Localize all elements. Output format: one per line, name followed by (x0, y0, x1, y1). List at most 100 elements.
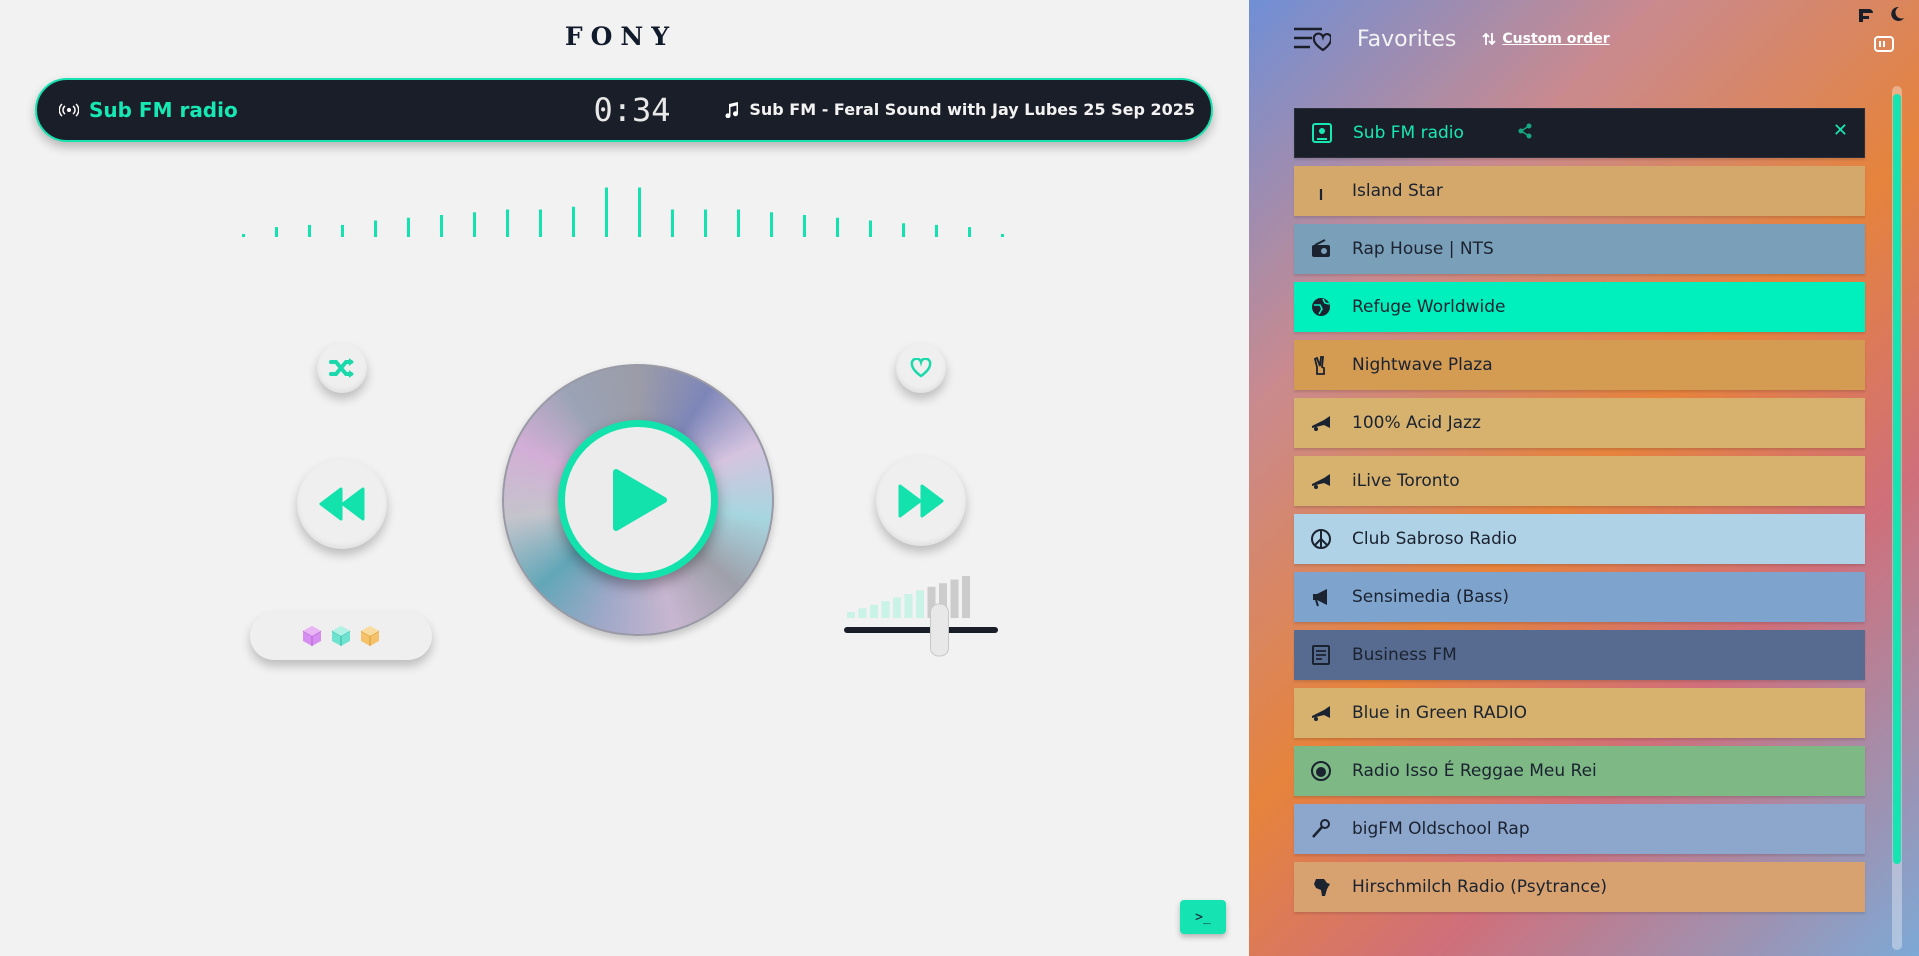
visualizer-bar (440, 215, 443, 237)
favorites-menu-icon[interactable] (1293, 26, 1331, 52)
volume-slider[interactable] (842, 570, 1000, 660)
volume-knob[interactable] (929, 603, 949, 657)
visualizer-bar (473, 212, 476, 237)
favorite-item[interactable]: Hirschmilch Radio (Psytrance) (1294, 862, 1865, 912)
scrollbar-thumb[interactable] (1893, 94, 1901, 864)
teal-cube-icon (331, 626, 351, 646)
favorite-item-name: Blue in Green RADIO (1352, 703, 1528, 723)
play-button[interactable] (558, 420, 718, 580)
theme-selector[interactable] (250, 612, 432, 660)
favorite-item-name: bigFM Oldschool Rap (1352, 819, 1530, 839)
fony-logo-icon[interactable] (1857, 6, 1875, 24)
favorite-item-name: 100% Acid Jazz (1352, 413, 1481, 433)
favorite-item-name: Sensimedia (Bass) (1352, 587, 1510, 607)
visualizer-bar (341, 224, 344, 237)
africa-icon (1310, 876, 1332, 898)
favorite-item-name: Rap House | NTS (1352, 239, 1494, 259)
visualizer-bar (968, 227, 971, 237)
favorite-item[interactable]: Nightwave Plaza (1294, 340, 1865, 390)
favorites-title: Favorites (1357, 26, 1457, 52)
visualizer-bar (374, 220, 377, 237)
trumpet-icon (1310, 702, 1332, 724)
visualizer-bar (539, 209, 542, 237)
favorites-list: Sub FM radio ✕ Island Star Rap House | NTS R… (1294, 108, 1865, 920)
favorite-item-name: iLive Toronto (1352, 471, 1460, 491)
favorite-item[interactable]: Club Sabroso Radio (1294, 514, 1865, 564)
dark-mode-icon[interactable] (1889, 6, 1905, 22)
sort-order-label: Custom order (1502, 31, 1610, 47)
favorite-item-name: Club Sabroso Radio (1352, 529, 1518, 549)
visualizer-bar (704, 209, 707, 237)
favorite-item[interactable]: Radio Isso É Reggae Meu Rei (1294, 746, 1865, 796)
now-playing-station: Sub FM radio (59, 98, 238, 122)
favorite-item-name: Business FM (1352, 645, 1457, 665)
now-playing-bar: Sub FM radio 0:34 Sub FM - Feral Sound w… (35, 78, 1213, 142)
favorite-item[interactable]: Island Star (1294, 166, 1865, 216)
favorite-item[interactable]: Rap House | NTS (1294, 224, 1865, 274)
purple-cube-icon (302, 626, 322, 646)
lion-icon (1310, 760, 1332, 782)
volume-level-bar (916, 590, 924, 618)
shuffle-button[interactable] (317, 343, 367, 393)
favorite-item-name: Radio Isso É Reggae Meu Rei (1352, 761, 1597, 781)
favorite-item-name: Refuge Worldwide (1352, 297, 1506, 317)
toggle-icon[interactable] (1874, 36, 1894, 52)
visualizer-bar (770, 212, 773, 237)
favorite-item[interactable]: iLive Toronto (1294, 456, 1865, 506)
favorite-item-name: Island Star (1352, 181, 1443, 201)
volume-level-bar (870, 604, 878, 618)
favorite-item[interactable]: bigFM Oldschool Rap (1294, 804, 1865, 854)
palm-tree-icon (1310, 180, 1332, 202)
visualizer-bar (836, 217, 839, 237)
globe-icon (1310, 296, 1332, 318)
microphone-icon (1310, 818, 1332, 840)
favorites-header: Favorites Custom order (1293, 26, 1610, 52)
music-note-icon (725, 101, 739, 118)
console-button[interactable]: >_ (1180, 900, 1226, 934)
shuffle-icon (329, 358, 354, 378)
elapsed-time: 0:34 (593, 91, 671, 129)
rewind-icon (319, 487, 365, 521)
volume-level-bar (858, 608, 867, 618)
track-title: Sub FM - Feral Sound with Jay Lubes 25 S… (749, 100, 1195, 119)
close-icon[interactable]: ✕ (1833, 120, 1848, 141)
fast-forward-button[interactable] (876, 456, 966, 546)
favorite-item[interactable]: Refuge Worldwide (1294, 282, 1865, 332)
favorite-item[interactable]: Sub FM radio ✕ (1294, 108, 1865, 158)
favorite-button[interactable] (896, 343, 946, 393)
favorite-item[interactable]: Business FM (1294, 630, 1865, 680)
favorite-item[interactable]: Sensimedia (Bass) (1294, 572, 1865, 622)
volume-level-bar (893, 597, 901, 618)
visualizer-bar (407, 217, 410, 237)
rewind-button[interactable] (297, 459, 387, 549)
favorite-item-name: Nightwave Plaza (1352, 355, 1493, 375)
visualizer-bar (1001, 234, 1004, 237)
volume-level-bar (881, 601, 890, 618)
sort-order-link[interactable]: Custom order (1482, 31, 1610, 47)
volume-level-bar (950, 579, 959, 618)
volume-track[interactable] (844, 627, 998, 633)
station-icon (1311, 122, 1333, 144)
trumpet-icon (1310, 412, 1332, 434)
favorite-item[interactable]: Blue in Green RADIO (1294, 688, 1865, 738)
volume-level-bar (962, 576, 970, 618)
radio-icon (1310, 238, 1332, 260)
audio-visualizer (242, 187, 1004, 237)
visualizer-bar (242, 234, 245, 237)
heart-icon (910, 358, 932, 378)
visualizer-bar (506, 209, 509, 237)
station-name: Sub FM radio (89, 98, 238, 122)
visualizer-bar (671, 209, 674, 237)
favorite-item-name: Sub FM radio (1353, 123, 1464, 143)
broadcast-icon (59, 103, 79, 117)
play-icon (613, 469, 667, 531)
visualizer-bar (275, 227, 278, 237)
favorite-item[interactable]: 100% Acid Jazz (1294, 398, 1865, 448)
favorite-item-name: Hirschmilch Radio (Psytrance) (1352, 877, 1607, 897)
volume-level-bar (904, 594, 913, 618)
visualizer-bar (605, 187, 608, 237)
visualizer-bar (803, 215, 806, 237)
share-icon[interactable] (1517, 123, 1533, 144)
favorites-panel: Favorites Custom order Sub FM radio ✕ Isla… (1249, 0, 1919, 956)
visualizer-bar (737, 209, 740, 237)
